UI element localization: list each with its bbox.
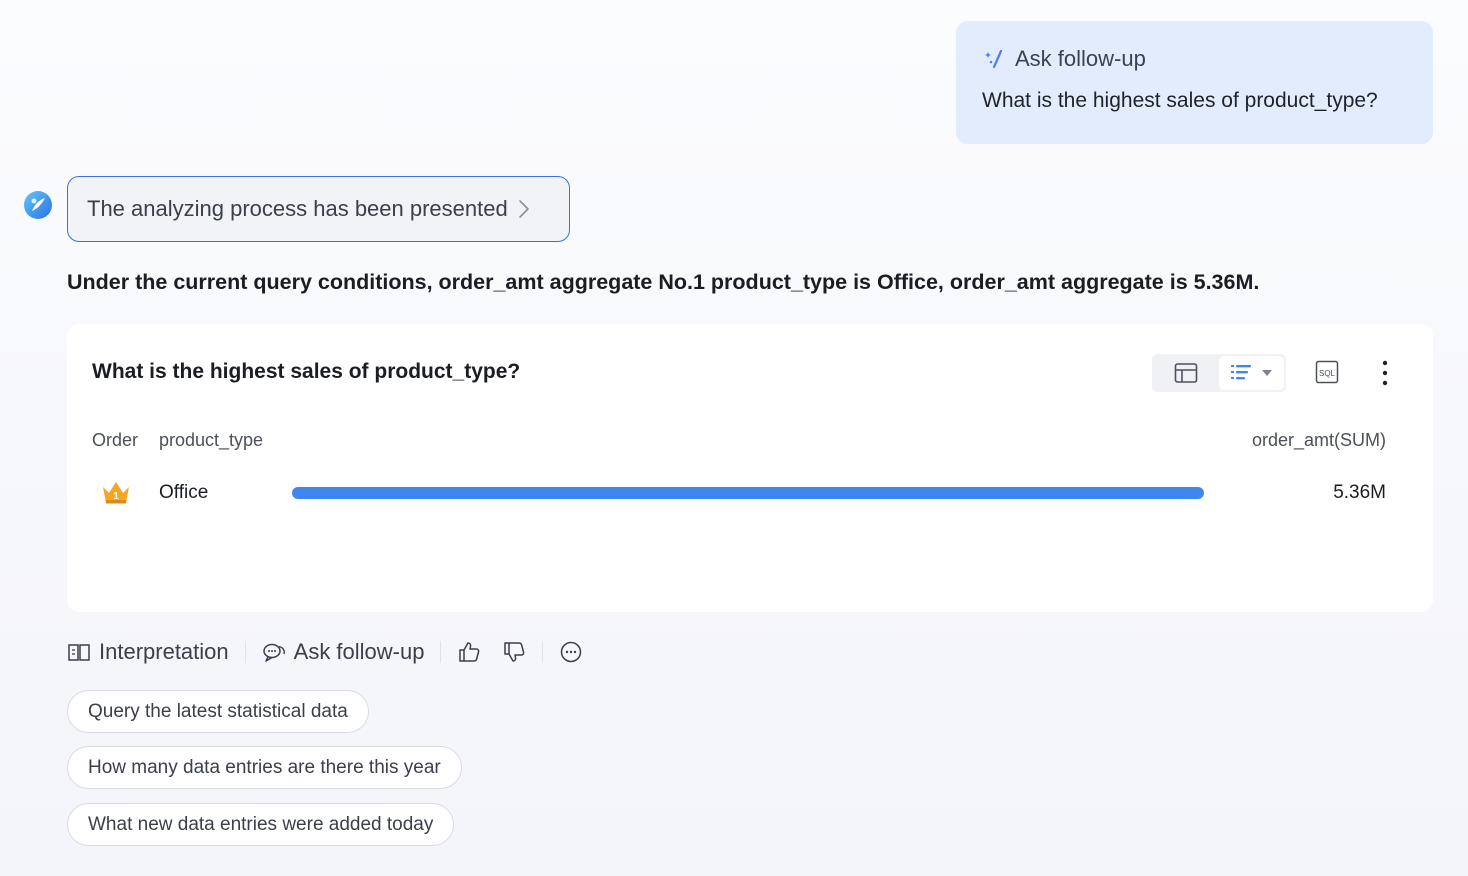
divider (440, 641, 442, 663)
suggestion-chip[interactable]: What new data entries were added today (67, 803, 455, 846)
thumbs-down-icon[interactable] (502, 640, 526, 664)
analysis-process-toggle[interactable]: The analyzing process has been presented (67, 176, 570, 242)
crown-rank-1-icon: 1 (103, 482, 129, 504)
row-product-type: Office (159, 482, 209, 503)
sparkle-icon (985, 49, 1003, 69)
assistant-avatar-icon (24, 191, 52, 219)
table-view-button[interactable] (1154, 356, 1218, 390)
ranked-list-icon (1230, 365, 1251, 380)
ranking-row: 1 Office 5.36M (67, 474, 1433, 512)
ask-followup-label: Ask follow-up (293, 639, 425, 664)
more-horizontal-icon[interactable] (559, 640, 583, 664)
divider (542, 641, 544, 663)
chat-bubbles-icon (262, 643, 285, 662)
ranking-view-dropdown[interactable] (1219, 356, 1284, 390)
interpretation-label: Interpretation (99, 639, 229, 664)
result-card: What is the highest sales of product_typ… (67, 324, 1433, 612)
card-title: What is the highest sales of product_typ… (92, 360, 521, 383)
bar-track (292, 487, 1204, 499)
suggestion-chip[interactable]: Query the latest statistical data (67, 690, 369, 733)
sql-icon[interactable]: SQL (1315, 360, 1339, 384)
caret-down-icon (1261, 370, 1272, 376)
answer-summary: Under the current query conditions, orde… (67, 270, 1260, 294)
view-toggle (1152, 354, 1286, 392)
analysis-process-label: The analyzing process has been presented (87, 196, 508, 221)
user-question-text: What is the highest sales of product_typ… (982, 89, 1378, 112)
column-header-order-amt: order_amt(SUM) (1251, 430, 1386, 450)
divider (244, 641, 246, 663)
value-bar (292, 487, 1204, 499)
action-bar: Interpretation Ask follow-up (67, 636, 583, 668)
user-question-bubble: Ask follow-up What is the highest sales … (956, 21, 1433, 144)
row-value: 5.36M (1333, 482, 1386, 503)
chevron-right-icon (518, 200, 529, 218)
column-header-product-type: product_type (159, 430, 264, 450)
table-icon (1174, 363, 1198, 383)
ask-followup-button[interactable]: Ask follow-up (262, 639, 425, 665)
interpretation-button[interactable]: Interpretation (67, 639, 229, 665)
chat-page: Ask follow-up What is the highest sales … (0, 0, 1468, 876)
open-book-icon (68, 644, 90, 661)
followup-header: Ask follow-up (982, 45, 1408, 73)
followup-label: Ask follow-up (1015, 46, 1146, 71)
svg-text:SQL: SQL (1319, 369, 1336, 378)
svg-text:1: 1 (113, 491, 119, 502)
column-header-order: Order (92, 430, 139, 450)
more-options-icon[interactable] (1375, 360, 1395, 386)
suggestion-chip[interactable]: How many data entries are there this yea… (67, 746, 462, 789)
thumbs-up-icon[interactable] (457, 640, 481, 664)
